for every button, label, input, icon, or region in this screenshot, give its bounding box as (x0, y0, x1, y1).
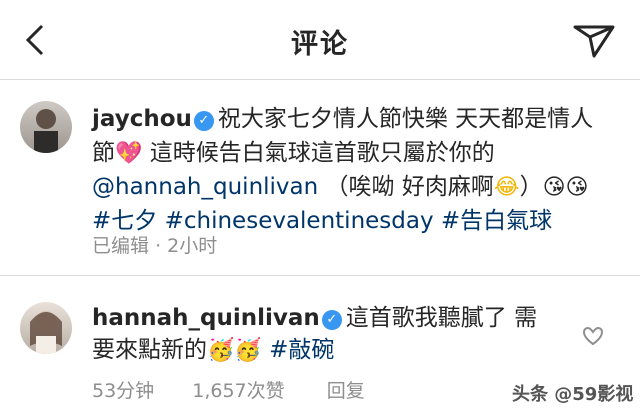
caption-part-3: 這時候告白氣球這首歌只屬於你的 (142, 140, 495, 166)
username[interactable]: jaychou (92, 106, 192, 132)
verified-badge-icon: ✓ (193, 111, 214, 131)
meta-separator: · (155, 235, 162, 257)
send-button[interactable] (570, 20, 618, 60)
heart-emoji: 💖 (115, 141, 143, 166)
hashtag-link[interactable]: #告白氣球 (441, 208, 552, 234)
post-time: 2小时 (167, 235, 218, 257)
edited-label: 已编辑 (92, 235, 150, 257)
reply-comment: hannah_quinlivan ✓ 這首歌我聽膩了 需 要來點新的🥳🥳 #敲碗 (92, 304, 562, 364)
caption-text: jaychou ✓ 祝大家七夕情人節快樂 天天都是情人 節💖 這時候告白氣球這首歌只… (92, 105, 622, 235)
watermark: 头条 @59影视 (512, 384, 634, 405)
caption-part-1: 祝大家七夕情人節快樂 天天都是情人 (217, 106, 594, 132)
like-button[interactable] (582, 325, 604, 347)
caption-line-2: 節💖 這時候告白氣球這首歌只屬於你的 (92, 139, 622, 167)
page-title: 评论 (291, 29, 349, 60)
caption-part-2: 節 (92, 140, 115, 166)
reply-part-2: 要來點新的 (92, 337, 207, 363)
reply-line-1: hannah_quinlivan ✓ 這首歌我聽膩了 需 (92, 304, 562, 332)
kiss-emoji: 😘😘 (542, 175, 589, 200)
comments-header: 评论 (0, 0, 640, 80)
reply-part-1: 這首歌我聽膩了 需 (345, 305, 538, 331)
avatar-image (34, 109, 58, 153)
post-caption: jaychou ✓ 祝大家七夕情人節快樂 天天都是情人 節💖 這時候告白氣球這首歌只… (0, 81, 640, 276)
like-count[interactable]: 1,657次赞 (192, 380, 284, 402)
send-icon (573, 25, 615, 58)
laughing-emoji: 😂 (493, 175, 520, 200)
hashtag-link[interactable]: #敲碗 (269, 337, 334, 363)
post-meta: 已编辑 · 2小时 (92, 231, 217, 258)
avatar[interactable] (20, 302, 72, 354)
caption-close: ） (519, 174, 543, 200)
caption-line-3: @hannah_quinlivan （唉呦 好肉麻啊😂）😘😘 (92, 173, 622, 201)
heart-icon (582, 326, 604, 346)
mention-link[interactable]: @hannah_quinlivan (92, 174, 318, 200)
reply-meta: 53分钟 1,657次赞 回复 (92, 376, 365, 403)
reply-button[interactable]: 回复 (327, 380, 365, 402)
reply-time: 53分钟 (92, 380, 155, 402)
caption-line-1: jaychou ✓ 祝大家七夕情人節快樂 天天都是情人 (92, 105, 622, 133)
party-emoji: 🥳🥳 (207, 338, 262, 363)
username[interactable]: hannah_quinlivan (92, 305, 320, 331)
avatar-image (30, 311, 62, 354)
avatar[interactable] (20, 101, 72, 153)
caption-part-4: （唉呦 好肉麻啊 (318, 174, 494, 200)
reply-line-2: 要來點新的🥳🥳 #敲碗 (92, 336, 562, 364)
verified-badge-icon: ✓ (321, 310, 342, 330)
